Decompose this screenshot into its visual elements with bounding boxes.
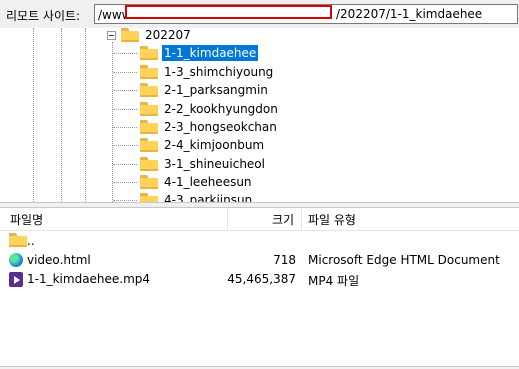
file-row-parent[interactable]: .. [0,232,519,251]
file-size: 45,465,387 [227,272,296,286]
file-type: MP4 파일 [308,274,360,288]
tree-guide-line [61,28,62,202]
tree-connector [113,90,137,91]
column-header-name[interactable]: 파일명 [10,211,43,228]
folder-icon [140,157,158,171]
file-name: 1-1_kimdaehee.mp4 [27,272,151,286]
tree-connector [113,127,137,128]
file-list-header: 파일명 크기 파일 유형 [0,208,519,231]
tree-node-label: 4-1_leeheesun [164,175,252,189]
edge-html-icon [9,253,23,270]
folder-icon [140,138,158,152]
remote-path-suffix: /202207/1-1_kimdaehee [336,7,483,21]
tree-node-1-1-kimdaehee[interactable]: 1-1_kimdaehee [140,44,260,62]
file-row[interactable]: 1-1_kimdaehee.mp4 45,465,387 MP4 파일 [0,270,519,289]
remote-file-list[interactable]: 파일명 크기 파일 유형 .. video.html 718 Microsoft… [0,208,519,369]
remote-directory-tree[interactable]: 202207 1-1_kimdaehee 1-3_shimchiyoung 2-… [0,28,519,202]
tree-connector [113,109,137,110]
folder-open-icon [121,28,139,42]
tree-node-2-4-kimjoonbum[interactable]: 2-4_kimjoonbum [140,136,266,154]
tree-node-2-3-hongseokchan[interactable]: 2-3_hongseokchan [140,118,279,136]
column-divider[interactable] [301,208,302,230]
tree-node-label: 4-3_parkjinsun [164,193,253,202]
folder-icon [140,102,158,116]
redaction-box [125,5,332,19]
column-divider[interactable] [227,208,228,230]
remote-site-label: 리모트 사이트: [6,9,81,23]
collapse-toggle[interactable] [107,31,116,40]
file-name: .. [27,234,35,248]
mp4-video-icon [9,272,23,290]
folder-icon [140,175,158,189]
file-size: 718 [273,253,296,267]
tree-node-4-1-leeheesun[interactable]: 4-1_leeheesun [140,173,254,191]
tree-node-202207[interactable]: 202207 [121,28,193,44]
tree-node-label: 1-3_shimchiyoung [164,65,274,79]
tree-node-3-1-shineuicheol[interactable]: 3-1_shineuicheol [140,155,267,173]
tree-node-label: 2-3_hongseokchan [164,120,277,134]
column-header-type[interactable]: 파일 유형 [308,211,356,228]
tree-connector [113,72,137,73]
tree-guide-line [112,42,113,202]
tree-node-label: 2-1_parksangmin [164,83,268,97]
tree-node-label: 1-1_kimdaehee [160,44,260,62]
file-row[interactable]: video.html 718 Microsoft Edge HTML Docum… [0,251,519,270]
tree-node-label: 2-2_kookhyungdon [164,102,278,116]
tree-node-label: 2-4_kimjoonbum [164,138,265,152]
tree-connector [113,182,137,183]
tree-connector [113,53,137,54]
file-name: video.html [27,253,91,267]
folder-icon [140,65,158,79]
file-type: Microsoft Edge HTML Document [308,253,500,267]
tree-node-2-2-kookhyungdon[interactable]: 2-2_kookhyungdon [140,100,280,118]
tree-connector [113,164,137,165]
column-header-size[interactable]: 크기 [272,211,294,228]
folder-icon [140,193,158,202]
folder-icon [140,83,158,97]
folder-icon [140,120,158,134]
tree-connector [113,200,137,201]
tree-node-4-3-parkjinsun[interactable]: 4-3_parkjinsun [140,191,254,202]
folder-icon [140,46,158,60]
tree-connector [113,145,137,146]
remote-site-bar: 리모트 사이트: /www /202207/1-1_kimdaehee [0,0,519,28]
tree-node-1-3-shimchiyoung[interactable]: 1-3_shimchiyoung [140,63,275,81]
tree-node-2-1-parksangmin[interactable]: 2-1_parksangmin [140,81,270,99]
tree-guide-line [33,28,34,202]
tree-node-label: 202207 [145,28,191,42]
tree-guide-line [85,28,86,202]
tree-node-label: 3-1_shineuicheol [164,157,265,171]
